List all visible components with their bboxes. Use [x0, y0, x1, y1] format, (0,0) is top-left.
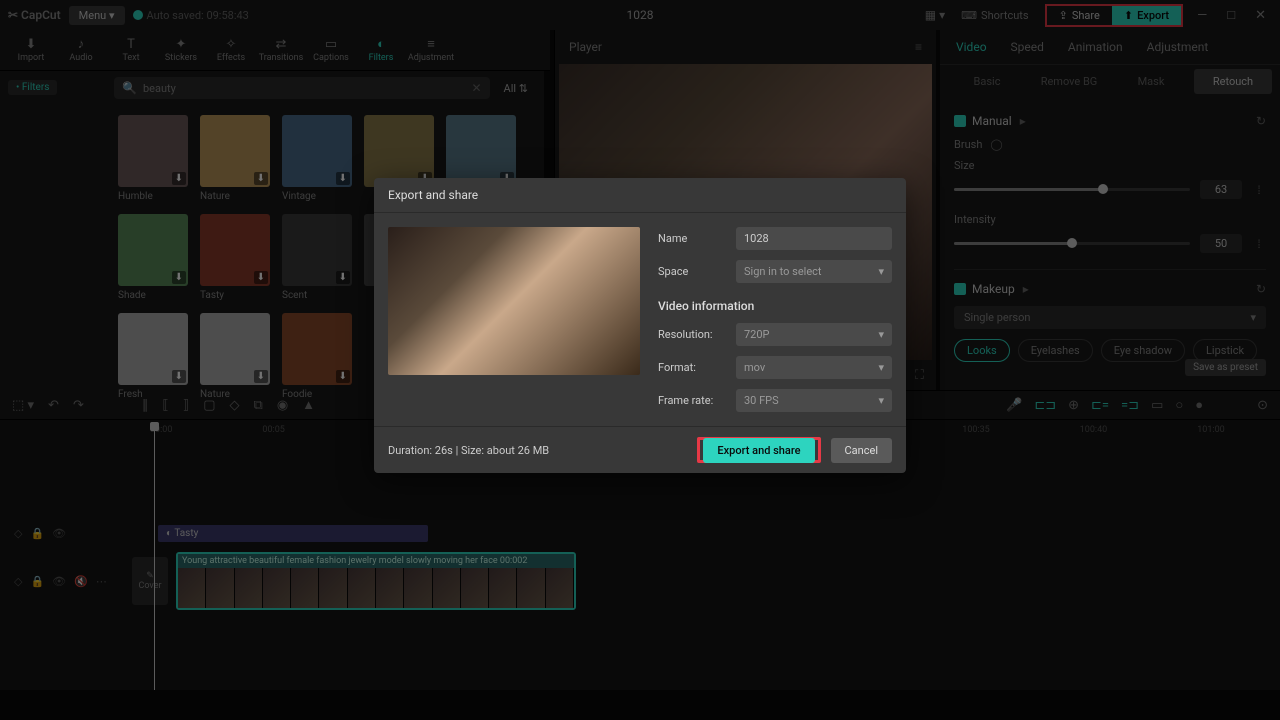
modal-title: Export and share — [374, 178, 906, 213]
export-button-highlight: Export and share — [697, 437, 820, 463]
space-select[interactable]: Sign in to select▾ — [736, 260, 892, 283]
video-info-heading: Video information — [658, 293, 892, 313]
framerate-select[interactable]: 30 FPS▾ — [736, 389, 892, 412]
format-label: Format: — [658, 361, 726, 374]
cancel-button[interactable]: Cancel — [831, 438, 892, 463]
export-info: Duration: 26s | Size: about 26 MB — [388, 444, 549, 457]
resolution-label: Resolution: — [658, 328, 726, 341]
name-input[interactable] — [736, 227, 892, 250]
framerate-label: Frame rate: — [658, 394, 726, 407]
export-and-share-button[interactable]: Export and share — [703, 438, 814, 463]
export-preview — [388, 227, 640, 375]
resolution-select[interactable]: 720P▾ — [736, 323, 892, 346]
name-label: Name — [658, 232, 726, 245]
export-modal: Export and share Name Space Sign in to s… — [374, 178, 906, 473]
space-label: Space — [658, 265, 726, 278]
format-select[interactable]: mov▾ — [736, 356, 892, 379]
